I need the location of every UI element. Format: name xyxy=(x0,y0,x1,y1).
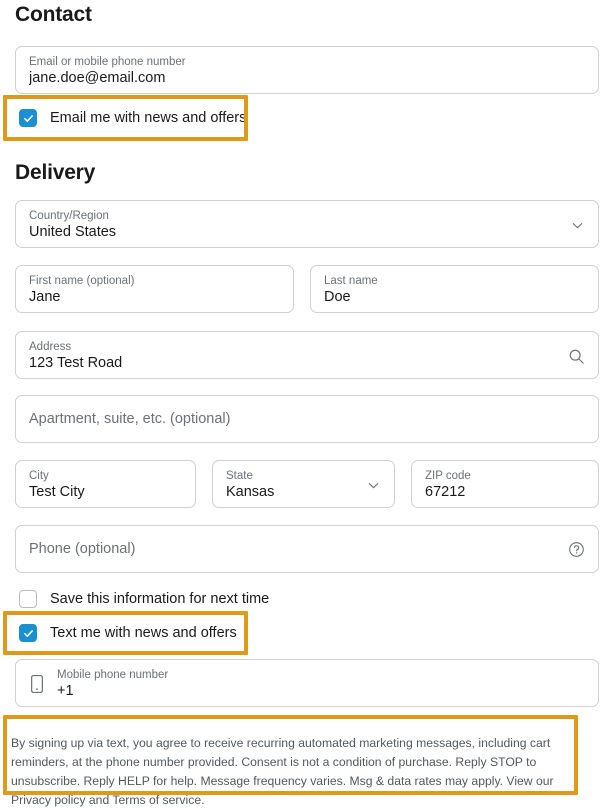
apartment-field-text: Apartment, suite, etc. (optional) xyxy=(29,410,585,428)
last-name-field-value: Doe xyxy=(324,289,351,305)
text-optin-checkbox-row[interactable]: Text me with news and offers xyxy=(19,622,237,644)
check-icon xyxy=(23,114,33,122)
country-region-select[interactable]: Country/Region United States xyxy=(15,200,599,248)
email-optin-label: Email me with news and offers xyxy=(50,110,247,126)
address-field-value: 123 Test Road xyxy=(29,355,123,371)
first-name-field-text: First name (optional) Jane xyxy=(29,274,280,306)
checkout-form-page: Contact Email or mobile phone number jan… xyxy=(0,0,614,809)
city-input[interactable]: City Test City xyxy=(15,460,196,508)
save-info-checkbox-row[interactable]: Save this information for next time xyxy=(19,588,269,610)
state-field-text: State Kansas xyxy=(226,469,358,501)
text-optin-label: Text me with news and offers xyxy=(50,625,237,641)
city-field-label: City xyxy=(29,470,49,482)
mobile-device-icon xyxy=(29,674,45,694)
phone-field-text: Phone (optional) xyxy=(29,540,560,558)
search-icon[interactable] xyxy=(568,348,585,365)
mobile-field-value: +1 xyxy=(57,683,74,699)
check-icon xyxy=(23,629,33,637)
country-field-value: United States xyxy=(29,224,117,240)
email-field-text: Email or mobile phone number jane.doe@em… xyxy=(29,55,585,87)
phone-field-placeholder: Phone (optional) xyxy=(29,541,136,557)
first-name-field-label: First name (optional) xyxy=(29,275,135,287)
chevron-down-icon[interactable] xyxy=(570,218,585,233)
last-name-field-label: Last name xyxy=(324,275,378,287)
state-field-label: State xyxy=(226,470,253,482)
first-name-field-value: Jane xyxy=(29,289,61,305)
save-info-label: Save this information for next time xyxy=(50,591,270,607)
email-field-label: Email or mobile phone number xyxy=(29,56,186,68)
state-field-value: Kansas xyxy=(226,484,275,500)
zip-field-text: ZIP code 67212 xyxy=(425,469,585,501)
text-optin-checkbox[interactable] xyxy=(19,624,37,642)
country-field-text: Country/Region United States xyxy=(29,209,562,241)
address-input[interactable]: Address 123 Test Road xyxy=(15,331,599,379)
state-select[interactable]: State Kansas xyxy=(212,460,395,508)
email-field-value: jane.doe@email.com xyxy=(29,70,166,86)
city-field-text: City Test City xyxy=(29,469,182,501)
email-optin-checkbox[interactable] xyxy=(19,109,37,127)
mobile-field-text: Mobile phone number +1 xyxy=(57,668,585,700)
zip-field-value: 67212 xyxy=(425,484,466,500)
apartment-field-placeholder: Apartment, suite, etc. (optional) xyxy=(29,411,231,427)
phone-input[interactable]: Phone (optional) xyxy=(15,525,599,573)
last-name-field-text: Last name Doe xyxy=(324,274,585,306)
email-or-phone-input[interactable]: Email or mobile phone number jane.doe@em… xyxy=(15,46,599,94)
mobile-phone-input[interactable]: Mobile phone number +1 xyxy=(15,659,599,707)
mobile-field-label: Mobile phone number xyxy=(57,669,169,681)
address-field-label: Address xyxy=(29,341,72,353)
last-name-input[interactable]: Last name Doe xyxy=(310,265,599,313)
save-info-checkbox[interactable] xyxy=(19,590,37,608)
sms-consent-disclaimer: By signing up via text, you agree to rec… xyxy=(11,736,554,808)
page-title-contact: Contact xyxy=(15,3,92,26)
address-field-text: Address 123 Test Road xyxy=(29,340,560,372)
page-title-delivery: Delivery xyxy=(15,161,96,184)
country-field-label: Country/Region xyxy=(29,210,109,222)
zip-code-input[interactable]: ZIP code 67212 xyxy=(411,460,599,508)
email-optin-checkbox-row[interactable]: Email me with news and offers xyxy=(19,107,246,129)
chevron-down-icon[interactable] xyxy=(366,478,381,493)
first-name-input[interactable]: First name (optional) Jane xyxy=(15,265,294,313)
apartment-input[interactable]: Apartment, suite, etc. (optional) xyxy=(15,395,599,443)
zip-field-label: ZIP code xyxy=(425,470,471,482)
help-circle-icon[interactable] xyxy=(568,541,585,558)
city-field-value: Test City xyxy=(29,484,85,500)
